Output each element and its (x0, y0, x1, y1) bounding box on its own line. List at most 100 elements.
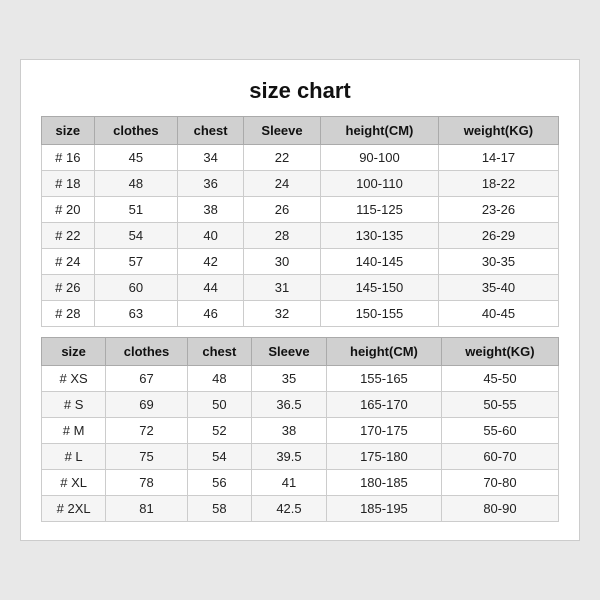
table-cell: # M (42, 418, 106, 444)
table-cell: 22 (244, 145, 321, 171)
table-cell: # XS (42, 366, 106, 392)
table-row: # XL785641180-18570-80 (42, 470, 559, 496)
table-cell: 48 (187, 366, 251, 392)
table-cell: 56 (187, 470, 251, 496)
table-cell: 58 (187, 496, 251, 522)
col-size-2: size (42, 338, 106, 366)
section-divider (41, 327, 559, 337)
col-weight-1: weight(KG) (438, 117, 558, 145)
table-cell: 63 (94, 301, 178, 327)
table-cell: # L (42, 444, 106, 470)
table-cell: 50-55 (441, 392, 558, 418)
table-cell: 42.5 (251, 496, 326, 522)
table-row: # 20513826115-12523-26 (42, 197, 559, 223)
table-cell: 60 (94, 275, 178, 301)
table-cell: 150-155 (321, 301, 439, 327)
table-cell: 36.5 (251, 392, 326, 418)
col-size-1: size (42, 117, 95, 145)
table2-body: # XS674835155-16545-50# S695036.5165-170… (42, 366, 559, 522)
table-cell: 67 (106, 366, 187, 392)
table-cell: 165-170 (326, 392, 441, 418)
table-cell: 90-100 (321, 145, 439, 171)
table-cell: 51 (94, 197, 178, 223)
table-cell: 35-40 (438, 275, 558, 301)
table-row: # 28634632150-15540-45 (42, 301, 559, 327)
col-weight-2: weight(KG) (441, 338, 558, 366)
col-height-2: height(CM) (326, 338, 441, 366)
table-cell: 30-35 (438, 249, 558, 275)
size-table-2: size clothes chest Sleeve height(CM) wei… (41, 337, 559, 522)
table-row: # 26604431145-15035-40 (42, 275, 559, 301)
table-cell: 54 (94, 223, 178, 249)
col-clothes-2: clothes (106, 338, 187, 366)
table-cell: 145-150 (321, 275, 439, 301)
table-cell: 26 (244, 197, 321, 223)
col-chest-1: chest (178, 117, 244, 145)
table-cell: # 18 (42, 171, 95, 197)
table-cell: 41 (251, 470, 326, 496)
table-cell: 100-110 (321, 171, 439, 197)
table-cell: 46 (178, 301, 244, 327)
table-cell: 24 (244, 171, 321, 197)
table-cell: # 16 (42, 145, 95, 171)
table-cell: 45 (94, 145, 178, 171)
table-cell: 175-180 (326, 444, 441, 470)
table-cell: 75 (106, 444, 187, 470)
table-cell: 44 (178, 275, 244, 301)
size-table-1: size clothes chest Sleeve height(CM) wei… (41, 116, 559, 327)
table-cell: 54 (187, 444, 251, 470)
table-cell: 52 (187, 418, 251, 444)
table-cell: # 24 (42, 249, 95, 275)
table-row: # XS674835155-16545-50 (42, 366, 559, 392)
table-row: # 2XL815842.5185-19580-90 (42, 496, 559, 522)
table-cell: 69 (106, 392, 187, 418)
col-sleeve-2: Sleeve (251, 338, 326, 366)
table-cell: # 26 (42, 275, 95, 301)
table-cell: # S (42, 392, 106, 418)
table-cell: 14-17 (438, 145, 558, 171)
table-row: # L755439.5175-18060-70 (42, 444, 559, 470)
table-cell: 26-29 (438, 223, 558, 249)
col-height-1: height(CM) (321, 117, 439, 145)
table-cell: 57 (94, 249, 178, 275)
table-cell: # 22 (42, 223, 95, 249)
table-cell: 185-195 (326, 496, 441, 522)
table-cell: # 2XL (42, 496, 106, 522)
table1-body: # 1645342290-10014-17# 18483624100-11018… (42, 145, 559, 327)
table-cell: 38 (178, 197, 244, 223)
table-row: # 22544028130-13526-29 (42, 223, 559, 249)
table-cell: 70-80 (441, 470, 558, 496)
table-cell: 115-125 (321, 197, 439, 223)
table-cell: 38 (251, 418, 326, 444)
col-sleeve-1: Sleeve (244, 117, 321, 145)
table-cell: 40 (178, 223, 244, 249)
table-cell: 170-175 (326, 418, 441, 444)
table-cell: 80-90 (441, 496, 558, 522)
table-cell: 39.5 (251, 444, 326, 470)
table-cell: 40-45 (438, 301, 558, 327)
table-cell: 45-50 (441, 366, 558, 392)
table-cell: 28 (244, 223, 321, 249)
col-clothes-1: clothes (94, 117, 178, 145)
table-cell: 34 (178, 145, 244, 171)
table1-header: size clothes chest Sleeve height(CM) wei… (42, 117, 559, 145)
table-cell: 55-60 (441, 418, 558, 444)
size-chart-card: size chart size clothes chest Sleeve hei… (20, 59, 580, 541)
table-cell: 140-145 (321, 249, 439, 275)
table-row: # 1645342290-10014-17 (42, 145, 559, 171)
col-chest-2: chest (187, 338, 251, 366)
table-row: # 18483624100-11018-22 (42, 171, 559, 197)
table-row: # S695036.5165-17050-55 (42, 392, 559, 418)
table-cell: 78 (106, 470, 187, 496)
table-cell: # 28 (42, 301, 95, 327)
table-row: # 24574230140-14530-35 (42, 249, 559, 275)
table-cell: 130-135 (321, 223, 439, 249)
table-cell: 81 (106, 496, 187, 522)
table-cell: 48 (94, 171, 178, 197)
chart-title: size chart (41, 78, 559, 104)
table-cell: 23-26 (438, 197, 558, 223)
table-cell: # XL (42, 470, 106, 496)
table-cell: 155-165 (326, 366, 441, 392)
table-cell: 31 (244, 275, 321, 301)
table-cell: 36 (178, 171, 244, 197)
